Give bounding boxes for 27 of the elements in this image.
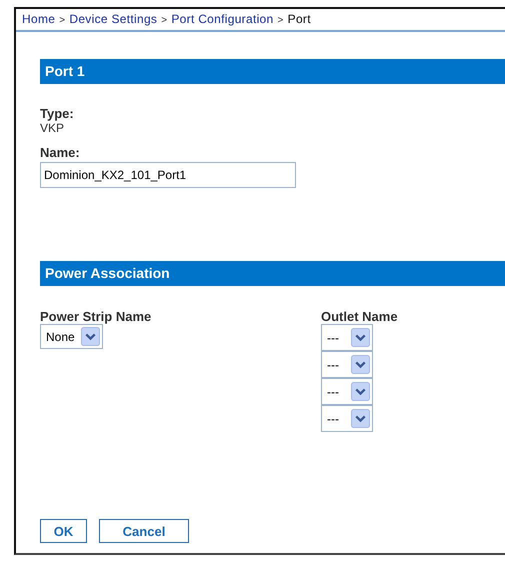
field-label: Type: (40, 106, 75, 121)
outlet-dropdown[interactable]: --- (321, 324, 373, 351)
form-button[interactable]: Cancel (99, 519, 189, 543)
section-header: Power Association (40, 261, 505, 286)
column-label: Outlet Name (321, 309, 398, 324)
outlet-dropdown[interactable]: --- (321, 351, 373, 378)
breadcrumb-separator: > (278, 15, 284, 26)
column-label: Power Strip Name (40, 309, 152, 324)
power-strip-dropdown[interactable]: None (40, 324, 103, 349)
breadcrumb-separator: > (161, 15, 168, 26)
chevron-down-icon (351, 382, 370, 401)
section-header: Port 1 (40, 59, 505, 84)
field-value: VKP (40, 121, 66, 135)
breadcrumb-separator: > (59, 15, 66, 26)
field-label: Name: (40, 145, 81, 160)
outlet-dropdown[interactable]: --- (321, 378, 373, 405)
breadcrumb-link[interactable]: Home (22, 12, 56, 26)
breadcrumb-current: Port (288, 12, 311, 26)
form-button[interactable]: OK (40, 519, 87, 543)
chevron-down-icon (351, 328, 370, 347)
breadcrumb-link[interactable]: Device Settings (69, 12, 158, 26)
chevron-down-icon (351, 355, 370, 374)
chevron-down-icon (80, 327, 100, 346)
outlet-dropdown[interactable]: --- (321, 405, 373, 432)
name-input-field[interactable]: Dominion_KX2_101_Port1 (40, 162, 296, 188)
breadcrumb-link[interactable]: Port Configuration (171, 12, 274, 26)
chevron-down-icon (351, 409, 370, 428)
